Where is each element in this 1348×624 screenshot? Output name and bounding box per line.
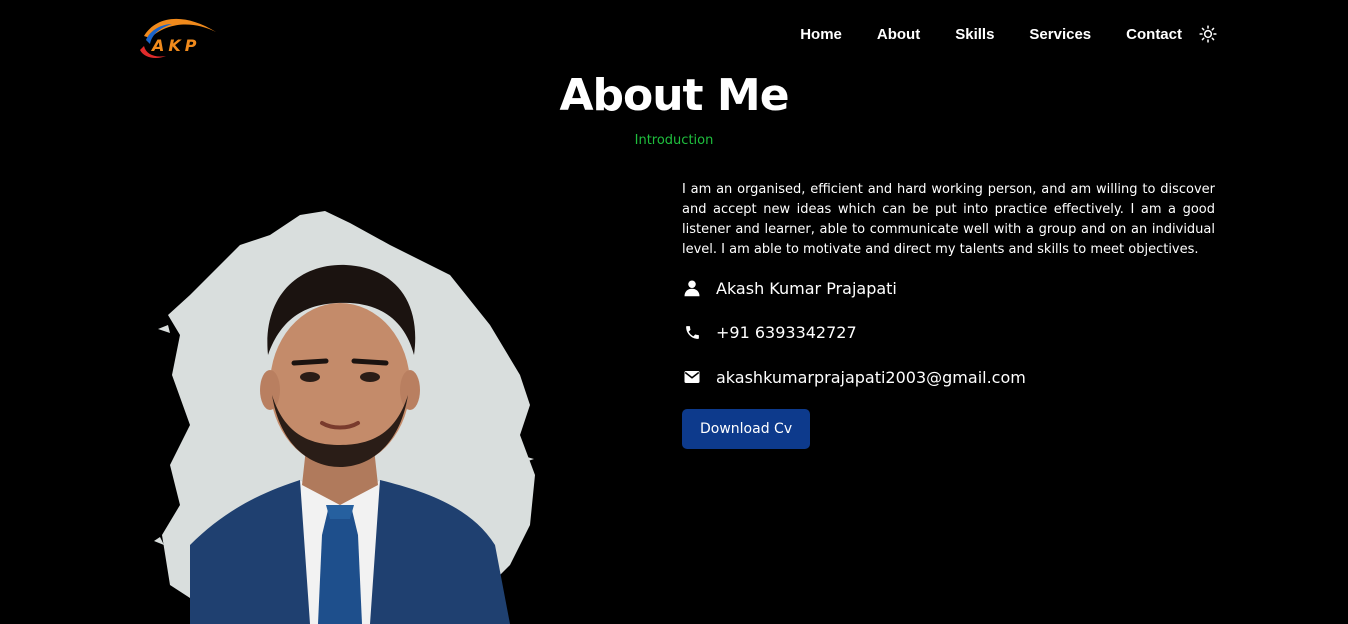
nav-contact[interactable]: Contact (1126, 26, 1182, 43)
nav-services[interactable]: Services (1029, 26, 1091, 43)
main-nav: Home About Skills Services Contact (765, 24, 1218, 44)
logo[interactable]: AKP (136, 14, 220, 62)
about-description: I am an organised, efficient and hard wo… (682, 182, 1215, 257)
nav-home[interactable]: Home (800, 26, 842, 43)
theme-toggle-button[interactable] (1198, 24, 1218, 44)
info-name-row: Akash Kumar Prajapati (682, 278, 1215, 298)
section-subtitle: Introduction (634, 133, 714, 148)
info-phone: +91 6393342727 (716, 322, 857, 342)
sun-icon (1199, 25, 1217, 43)
logo-text: AKP (152, 36, 201, 55)
nav-skills[interactable]: Skills (955, 26, 994, 43)
section-title: About Me (559, 70, 789, 121)
profile-photo (150, 205, 550, 624)
download-cv-button[interactable]: Download Cv (682, 409, 811, 449)
about-info: I am an organised, efficient and hard wo… (682, 180, 1215, 449)
page: AKP Home About Skills Services Contact A… (0, 0, 1348, 624)
info-email-row: akashkumarprajapati2003@gmail.com (682, 367, 1215, 387)
profile-photo-illustration (154, 211, 535, 624)
nav-about[interactable]: About (877, 26, 920, 43)
info-email: akashkumarprajapati2003@gmail.com (716, 367, 1026, 387)
info-name: Akash Kumar Prajapati (716, 278, 897, 298)
phone-icon (682, 322, 702, 342)
mail-icon (682, 367, 702, 387)
user-icon (682, 278, 702, 298)
info-phone-row: +91 6393342727 (682, 322, 1215, 342)
